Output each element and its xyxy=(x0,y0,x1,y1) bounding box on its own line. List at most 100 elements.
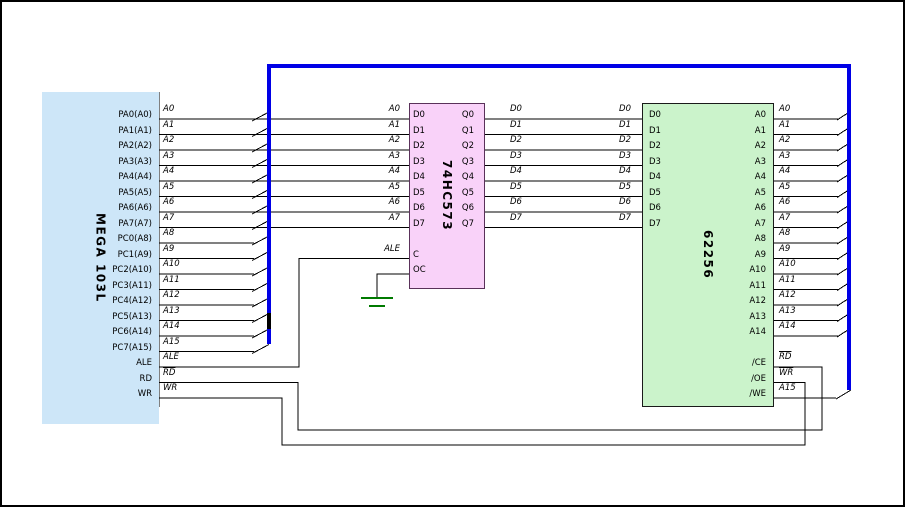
sram-pin-label: D3 xyxy=(649,158,661,167)
net-label: A13 xyxy=(163,307,180,316)
mcu-pin-label: PC5(A13) xyxy=(112,313,152,322)
mcu-pin-label: WR xyxy=(138,390,152,399)
mcu-pin-label: PA2(A2) xyxy=(118,142,152,151)
net-label: D4 xyxy=(619,167,631,176)
sram-pin-label: A4 xyxy=(755,173,766,182)
latch-pin-label: OC xyxy=(413,266,426,275)
net-label: A6 xyxy=(389,198,400,207)
net-label: A4 xyxy=(779,167,790,176)
net-label: D2 xyxy=(619,136,631,145)
sram-pin-label: A14 xyxy=(749,328,766,337)
net-label: A3 xyxy=(163,152,174,161)
net-label: A15 xyxy=(163,338,180,347)
mcu-pin-label: PC4(A12) xyxy=(112,297,152,306)
sram-pin-label: A11 xyxy=(749,282,766,291)
net-label: D5 xyxy=(619,183,631,192)
sram-pin-label: D0 xyxy=(649,111,661,120)
net-label: A5 xyxy=(779,183,790,192)
latch-pin-label: Q2 xyxy=(462,142,474,151)
net-label: A1 xyxy=(389,121,400,130)
latch-pin-label: D1 xyxy=(413,127,425,136)
net-label: A1 xyxy=(779,121,790,130)
net-label: A2 xyxy=(389,136,400,145)
net-label: D3 xyxy=(510,152,522,161)
net-label: WR xyxy=(163,384,177,393)
mcu-pin-label: PA0(A0) xyxy=(118,111,152,120)
sram-pin-label: D6 xyxy=(649,204,661,213)
net-label: A7 xyxy=(779,214,790,223)
net-label: D6 xyxy=(619,198,631,207)
net-label: D7 xyxy=(619,214,631,223)
net-label: A13 xyxy=(779,307,796,316)
sram-pin-label: A0 xyxy=(755,111,766,120)
net-label: A12 xyxy=(163,291,180,300)
latch-pin-label: D7 xyxy=(413,220,425,229)
net-label: A9 xyxy=(163,245,174,254)
latch-pin-label: D6 xyxy=(413,204,425,213)
net-label: A9 xyxy=(779,245,790,254)
latch-pin-label: Q0 xyxy=(462,111,474,120)
sram-pin-label: D1 xyxy=(649,127,661,136)
mcu-pin-label: ALE xyxy=(136,359,152,368)
mcu-pin-label: PC7(A15) xyxy=(112,344,152,353)
net-label: A2 xyxy=(163,136,174,145)
mcu-pin-label: PC6(A14) xyxy=(112,328,152,337)
mcu-pin-label: PC3(A11) xyxy=(112,282,152,291)
net-label: D4 xyxy=(510,167,522,176)
mcu-pin-label: PA5(A5) xyxy=(118,189,152,198)
sram-pin-label: A3 xyxy=(755,158,766,167)
net-label: A4 xyxy=(163,167,174,176)
net-label: A2 xyxy=(779,136,790,145)
net-label: A0 xyxy=(163,105,174,114)
net-label: A8 xyxy=(779,229,790,238)
sram-pin-label: A12 xyxy=(749,297,766,306)
sram-pin-label: A1 xyxy=(755,127,766,136)
sram-pin-label: A10 xyxy=(749,266,766,275)
latch-pin-label: D5 xyxy=(413,189,425,198)
net-label: A6 xyxy=(779,198,790,207)
net-label: D1 xyxy=(510,121,522,130)
net-label: A5 xyxy=(389,183,400,192)
net-label: D5 xyxy=(510,183,522,192)
latch-pin-label: D2 xyxy=(413,142,425,151)
latch-pin-label: Q5 xyxy=(462,189,474,198)
net-label: ALE xyxy=(384,245,400,254)
latch-pin-label: Q6 xyxy=(462,204,474,213)
latch-pin-label: Q4 xyxy=(462,173,474,182)
net-label: A3 xyxy=(389,152,400,161)
net-label: A12 xyxy=(779,291,796,300)
mcu-pin-label: PC0(A8) xyxy=(118,235,152,244)
mcu-pin-label: RD xyxy=(140,375,152,384)
latch-pin-label: Q3 xyxy=(462,158,474,167)
sram-pin-label: /CE xyxy=(752,359,766,368)
latch-pin-label: D4 xyxy=(413,173,425,182)
mcu-pin-label: PA6(A6) xyxy=(118,204,152,213)
latch-chip-title: 74HC573 xyxy=(440,160,454,231)
latch-pin-label: Q7 xyxy=(462,220,474,229)
net-label: A15 xyxy=(779,384,796,393)
sram-pin-label: /OE xyxy=(751,375,766,384)
sram-pin-label: D2 xyxy=(649,142,661,151)
sram-pin-label: A8 xyxy=(755,235,766,244)
sram-pin-label: A13 xyxy=(749,313,766,322)
net-label: A10 xyxy=(779,260,796,269)
net-label: A4 xyxy=(389,167,400,176)
net-label: RD xyxy=(163,369,175,378)
net-label: D0 xyxy=(510,105,522,114)
sram-pin-label: A2 xyxy=(755,142,766,151)
mcu-pin-label: PA4(A4) xyxy=(118,173,152,182)
mcu-pin-label: PA1(A1) xyxy=(118,127,152,136)
mcu-pin-label: PA7(A7) xyxy=(118,220,152,229)
net-label: D6 xyxy=(510,198,522,207)
net-label: ALE xyxy=(163,353,179,362)
net-label: WR xyxy=(779,369,793,378)
sram-pin-label: D7 xyxy=(649,220,661,229)
sram-pin-label: A9 xyxy=(755,251,766,260)
schematic-canvas: MEGA 103L 74HC573 62256 PA0(A0)PA1(A1)PA… xyxy=(0,0,905,507)
net-label: D3 xyxy=(619,152,631,161)
net-label: A5 xyxy=(163,183,174,192)
sram-pin-label: D4 xyxy=(649,173,661,182)
mcu-pin-label: PC1(A9) xyxy=(118,251,152,260)
sram-pin-label: A7 xyxy=(755,220,766,229)
ground-symbol xyxy=(361,298,393,306)
